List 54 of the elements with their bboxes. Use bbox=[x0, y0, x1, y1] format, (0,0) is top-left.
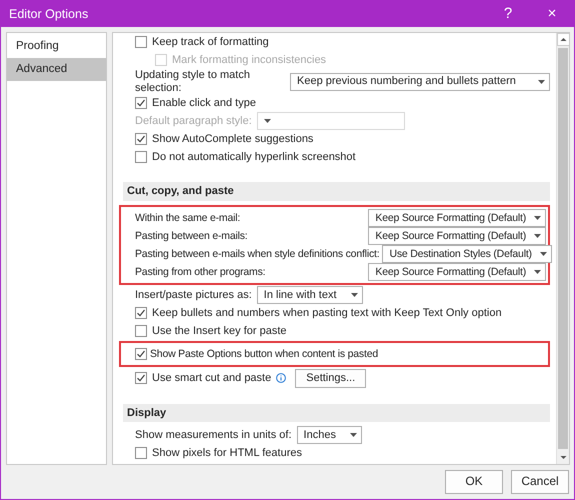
sidebar-item[interactable]: Proofing bbox=[7, 35, 106, 58]
dropdown[interactable]: Inches bbox=[296, 426, 362, 444]
dialog-button[interactable]: Cancel bbox=[511, 470, 569, 494]
dropdown-arrow-icon bbox=[264, 119, 271, 124]
field-label: Within the same e-mail: bbox=[135, 212, 240, 224]
field-label: Pasting between e-mails: bbox=[135, 230, 248, 242]
checkbox-label: Mark formatting inconsistencies bbox=[172, 54, 326, 66]
dropdown[interactable]: Keep previous numbering and bullets pattern bbox=[290, 72, 550, 91]
close-button[interactable]: × bbox=[534, 5, 570, 23]
checkbox-label: Enable click and type bbox=[152, 96, 256, 110]
dropdown[interactable]: In line with text bbox=[256, 286, 363, 304]
dropdown-arrow-icon bbox=[534, 216, 541, 220]
section-header: Display bbox=[123, 404, 550, 422]
sidebar-item[interactable]: Advanced bbox=[7, 58, 106, 82]
checkbox-label: Show pixels for HTML features bbox=[152, 446, 302, 460]
help-button[interactable]: ? bbox=[490, 5, 526, 23]
checkbox-label: Keep track of formatting bbox=[152, 36, 269, 48]
dropdown-arrow-icon bbox=[534, 270, 541, 274]
checkbox[interactable] bbox=[135, 372, 147, 384]
checkbox[interactable] bbox=[135, 306, 147, 319]
dropdown-arrow-icon bbox=[350, 292, 358, 297]
field-label: Default paragraph style: bbox=[135, 114, 252, 128]
checkbox-label: Do not automatically hyperlink screenshot bbox=[152, 150, 356, 164]
dropdown[interactable]: Keep Source Formatting (Default) bbox=[368, 262, 546, 281]
checkbox[interactable] bbox=[135, 133, 147, 146]
field-label: Pasting between e-mails when style definitions conflict: bbox=[135, 248, 380, 260]
field-label: Pasting from other programs: bbox=[135, 266, 266, 278]
dropdown-arrow-icon bbox=[540, 252, 548, 256]
dropdown[interactable]: Keep Source Formatting (Default) bbox=[368, 226, 546, 245]
field-label: Show measurements in units of: bbox=[135, 428, 292, 442]
checkbox[interactable] bbox=[135, 324, 147, 337]
dropdown-arrow-icon bbox=[350, 433, 357, 438]
settings-button[interactable]: Settings... bbox=[295, 368, 366, 388]
checkbox[interactable] bbox=[135, 36, 147, 48]
scroll-up-icon[interactable] bbox=[557, 33, 569, 46]
field-label: Updating style to match selection: bbox=[135, 69, 251, 94]
dropdown-arrow-icon bbox=[538, 80, 545, 84]
dropdown-arrow-icon bbox=[534, 234, 541, 238]
checkbox[interactable] bbox=[135, 151, 147, 164]
checkbox[interactable] bbox=[135, 97, 147, 110]
checkbox-label: Use the Insert key for paste bbox=[152, 324, 287, 338]
field-label: Insert/paste pictures as: bbox=[135, 288, 252, 302]
dropdown[interactable]: Use Destination Styles (Default) bbox=[382, 244, 552, 263]
scrollbar[interactable] bbox=[556, 33, 569, 464]
dropdown[interactable]: Keep Source Formatting (Default) bbox=[368, 208, 546, 227]
checkbox[interactable] bbox=[135, 447, 147, 460]
checkbox-label: Show AutoComplete suggestions bbox=[152, 132, 314, 146]
checkbox-label: Show Paste Options button when content is pasted bbox=[150, 348, 378, 360]
checkbox[interactable] bbox=[135, 348, 147, 360]
section-header: Cut, copy, and paste bbox=[123, 182, 550, 201]
dialog-button[interactable]: OK bbox=[445, 470, 503, 494]
checkbox-label: Keep bullets and numbers when pasting text with Keep Text Only option bbox=[152, 306, 502, 320]
checkbox-label: Use smart cut and paste bbox=[152, 372, 272, 385]
window-title: Editor Options bbox=[9, 6, 90, 22]
